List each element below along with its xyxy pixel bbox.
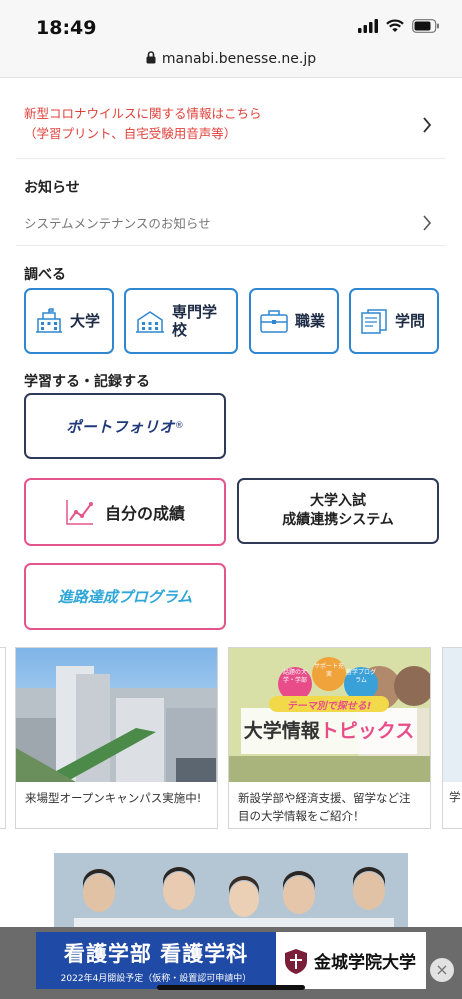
covid-info-link[interactable]: 新型コロナウイルスに関する情報はこちら （学習プリント、自宅受験用音声等） <box>16 95 446 159</box>
school-crest-icon <box>285 948 307 974</box>
ad-headline: 看護学部 看護学科 <box>63 941 249 966</box>
open-campus-card[interactable]: 来場型オープンキャンパス実施中! <box>15 647 218 829</box>
university-icon <box>36 308 62 333</box>
my-grades-button[interactable]: 自分の成績 <box>24 478 226 546</box>
open-campus-photo <box>16 648 217 782</box>
my-grades-label: 自分の成績 <box>104 504 185 523</box>
exam-results-link-button[interactable]: 大学入試 成績連携システム <box>237 478 439 544</box>
university-topics-banner: 話題の大学・学部 サポート充実 留学プログラム テーマ別で探せる! 大学情報トピ… <box>229 648 430 782</box>
covid-notice-title: 新型コロナウイルスに関する情報はこちら <box>24 106 262 121</box>
search-academic-field-label: 学問 <box>395 312 426 330</box>
documents-icon <box>361 309 387 334</box>
topic-bubble-2: サポート充実 <box>313 663 344 678</box>
chevron-right-icon <box>423 117 432 133</box>
university-topics-caption: 新設学部や経済支援、留学など注目の大学情報をご紹介！ <box>238 791 411 823</box>
vocational-school-icon <box>136 311 164 333</box>
registered-mark: ® <box>174 421 184 431</box>
news-section-title: お知らせ <box>24 180 80 196</box>
home-indicator[interactable] <box>157 985 305 990</box>
topic-banner-title: 大学情報トピックス <box>243 720 415 742</box>
portfolio-button[interactable]: ポートフォリオ ® <box>24 393 226 459</box>
exam-results-label: 大学入試 成績連携システム <box>282 493 394 528</box>
university-topics-card[interactable]: 話題の大学・学部 サポート充実 留学プログラム テーマ別で探せる! 大学情報トピ… <box>228 647 431 829</box>
career-program-button[interactable]: 進路達成プログラム <box>24 563 226 630</box>
battery-icon <box>412 19 439 33</box>
search-university-button[interactable]: 大学 <box>24 288 114 354</box>
ad-school-name: 金城学院大学 <box>314 953 416 973</box>
maintenance-notice-link[interactable]: システムメンテナンスのお知らせ <box>16 200 446 246</box>
ad-close-button[interactable]: × <box>430 958 454 982</box>
topic-banner-subtitle: テーマ別で探せる! <box>286 701 372 712</box>
topic-bubble-3: 留学プログラム <box>345 669 376 684</box>
address-bar[interactable]: manabi.benesse.ne.jp <box>0 46 462 78</box>
ad-subline: 2022年4月開設予定（仮称・設置認可申請中） <box>60 974 252 984</box>
topic-bubble-1: 話題の大学・学部 <box>282 669 307 684</box>
search-university-label: 大学 <box>70 312 101 330</box>
career-program-logo-text: 進路達成プログラム <box>57 588 193 606</box>
record-section-title: 学習する・記録する <box>24 374 150 390</box>
ad-school-panel: 金城学院大学 <box>276 932 426 989</box>
lock-icon <box>146 51 156 64</box>
carousel-next-card[interactable]: 学 <box>442 647 462 829</box>
wifi-icon <box>386 19 404 32</box>
line-chart-icon <box>66 500 93 525</box>
clock: 18:49 <box>36 17 97 39</box>
search-occupation-button[interactable]: 職業 <box>249 288 339 354</box>
status-bar: 18:49 <box>0 0 462 46</box>
search-academic-field-button[interactable]: 学問 <box>349 288 439 354</box>
maintenance-notice-text: システムメンテナンスのお知らせ <box>24 216 211 231</box>
covid-notice-sub: （学習プリント、自宅受験用音声等） <box>24 126 237 141</box>
chevron-right-icon <box>423 215 432 231</box>
search-vocational-school-button[interactable]: 専門学校 <box>124 288 238 354</box>
url-text: manabi.benesse.ne.jp <box>161 51 317 67</box>
ad-nursing-panel: 看護学部 看護学科 2022年4月開設予定（仮称・設置認可申請中） <box>36 932 276 989</box>
open-campus-caption: 来場型オープンキャンパス実施中! <box>25 791 202 805</box>
search-occupation-label: 職業 <box>295 312 326 330</box>
next-card-caption: 学 <box>449 790 461 804</box>
portfolio-logo-text: ポートフォリオ <box>66 417 175 436</box>
search-section-title: 調べる <box>24 267 66 283</box>
briefcase-icon <box>260 310 288 333</box>
carousel-prev-card[interactable] <box>0 647 6 829</box>
signal-icon <box>358 19 378 33</box>
search-vocational-school-label: 専門学校 <box>172 303 218 339</box>
status-icons <box>358 18 440 34</box>
ad-banner[interactable]: 看護学部 看護学科 2022年4月開設予定（仮称・設置認可申請中） 金城学院大学 <box>36 932 426 989</box>
